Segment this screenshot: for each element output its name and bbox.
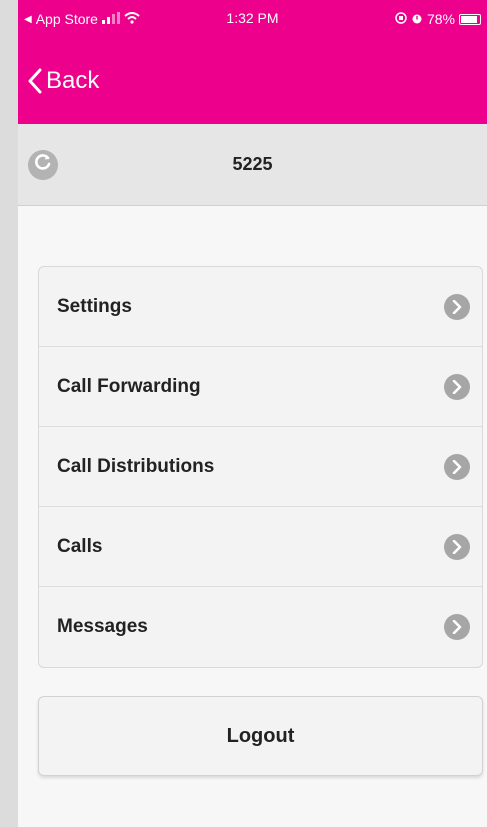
chevron-right-icon	[444, 614, 470, 640]
menu-item-label: Call Forwarding	[57, 375, 201, 397]
battery-percent: 78%	[426, 11, 455, 27]
refresh-button[interactable]	[28, 149, 58, 180]
menu-item-calls[interactable]: Calls	[39, 507, 482, 587]
menu-item-settings[interactable]: Settings	[39, 267, 482, 347]
back-triangle-icon: ◀	[24, 13, 32, 25]
chevron-left-icon	[28, 68, 42, 94]
menu-item-messages[interactable]: Messages	[39, 587, 482, 667]
back-button[interactable]: Back	[28, 67, 99, 95]
menu-item-call-forwarding[interactable]: Call Forwarding	[39, 347, 482, 427]
menu-item-call-distributions[interactable]: Call Distributions	[39, 427, 482, 507]
title-bar: 5225	[18, 124, 487, 206]
phone-screen: ◀ App Store 1:32 PM 78% Back 5225 Settin…	[18, 0, 487, 827]
battery-icon	[459, 13, 481, 25]
nav-bar: Back	[18, 38, 487, 124]
orientation-lock-icon	[395, 11, 407, 27]
refresh-icon	[34, 153, 52, 176]
signal-icon	[101, 11, 120, 27]
menu-item-label: Call Distributions	[57, 455, 215, 477]
chevron-right-icon	[444, 533, 470, 560]
chevron-right-icon	[444, 373, 470, 400]
menu-item-label: Calls	[57, 535, 103, 557]
menu-item-label: Settings	[57, 295, 132, 317]
chevron-right-icon	[444, 293, 470, 320]
status-bar: ◀ App Store 1:32 PM 78%	[18, 0, 487, 38]
wifi-icon	[124, 11, 140, 27]
chevron-right-icon	[444, 453, 470, 480]
status-right: 78%	[395, 11, 481, 27]
status-left[interactable]: ◀ App Store	[24, 11, 140, 27]
menu-list: Settings Call Forwarding Call Distributi…	[38, 266, 483, 668]
back-label: Back	[46, 67, 100, 94]
menu-item-label: Messages	[57, 616, 148, 637]
back-app-label: App Store	[35, 11, 98, 27]
page-title: 5225	[232, 154, 273, 174]
logout-button[interactable]: Logout	[38, 696, 483, 776]
alarm-icon	[411, 11, 423, 27]
